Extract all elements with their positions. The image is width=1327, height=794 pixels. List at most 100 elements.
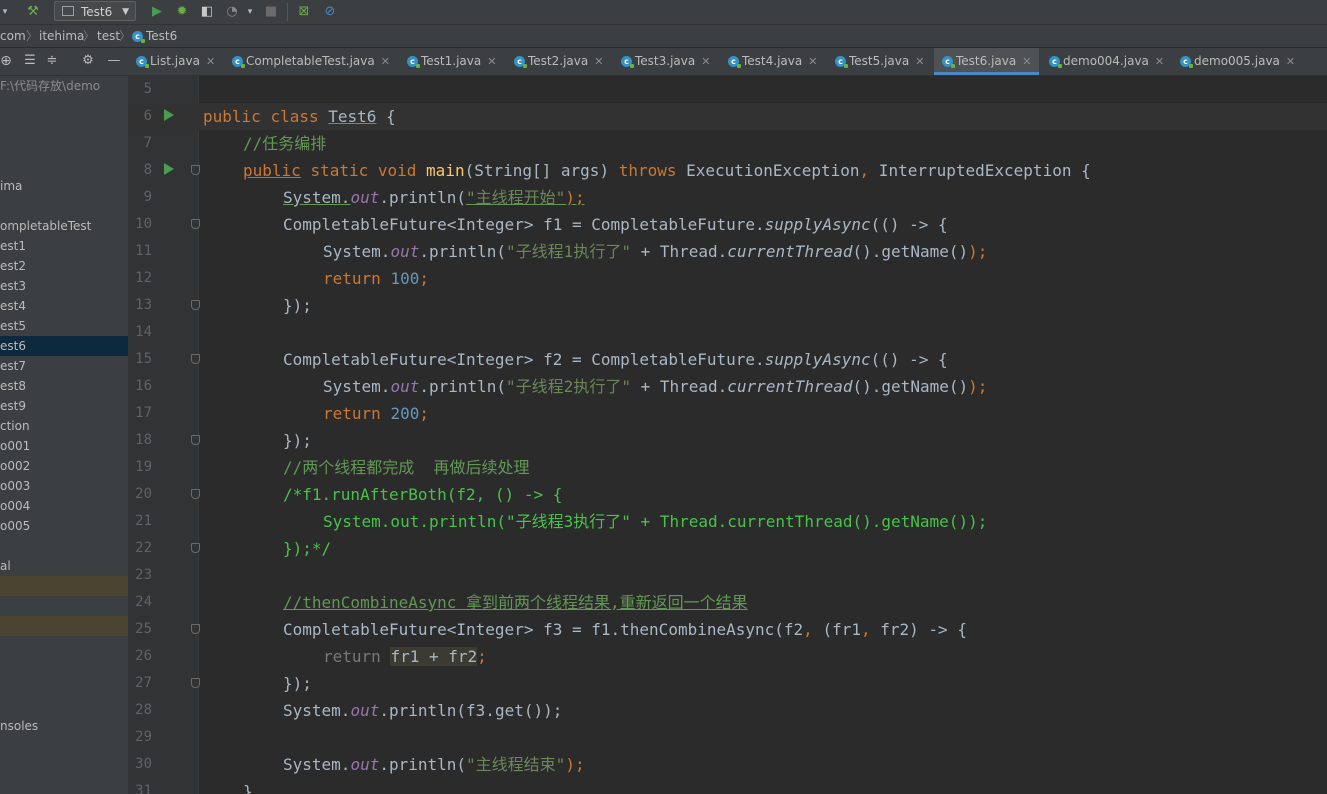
tab-test5-java[interactable]: c Test5.java ✕ xyxy=(835,48,924,75)
tab-demo005-java[interactable]: c demo005.java ✕ xyxy=(1180,48,1295,75)
tab-test4-java[interactable]: c Test4.java ✕ xyxy=(728,48,817,75)
breadcrumb-item[interactable]: com xyxy=(0,25,26,47)
chevron-down-icon: ▼ xyxy=(122,7,129,17)
tree-item[interactable]: ompletableTest xyxy=(0,216,128,236)
tree-item[interactable]: est3 xyxy=(0,276,128,296)
line-number: 18 xyxy=(135,432,152,448)
tree-item-highlighted[interactable] xyxy=(0,576,128,596)
close-icon[interactable]: ✕ xyxy=(701,55,710,68)
line-number: 19 xyxy=(135,459,152,475)
tab-completabletest-java[interactable]: c CompletableTest.java ✕ xyxy=(232,48,390,75)
code-line: 27 }); xyxy=(128,670,1327,697)
token: out xyxy=(390,242,420,261)
settings-gear-icon[interactable]: ⚙ xyxy=(80,52,96,70)
collapse-all-icon[interactable]: ☰ xyxy=(22,52,38,70)
tab-list-java[interactable]: c List.java ✕ xyxy=(136,48,215,75)
fold-icon[interactable] xyxy=(191,678,200,688)
tab-demo004-java[interactable]: c demo004.java ✕ xyxy=(1049,48,1164,75)
token: 100 xyxy=(390,269,420,288)
java-class-icon: c xyxy=(621,56,634,68)
tab-label: Test6.java xyxy=(956,54,1017,68)
close-icon[interactable]: ✕ xyxy=(1022,55,1031,68)
tree-item[interactable]: o004 xyxy=(0,496,128,516)
tab-test6-java[interactable]: c Test6.java ✕ xyxy=(934,48,1040,75)
minimize-icon[interactable]: — xyxy=(106,52,122,70)
fold-icon[interactable] xyxy=(191,624,200,634)
token: main xyxy=(426,161,465,180)
line-number: 12 xyxy=(135,270,152,286)
fold-icon[interactable] xyxy=(191,219,200,229)
tree-item[interactable]: est1 xyxy=(0,236,128,256)
code-text: //任务编排 xyxy=(203,130,326,157)
build-hammer-icon[interactable]: ⚒ xyxy=(24,3,42,21)
run-gutter-icon[interactable] xyxy=(164,109,174,121)
tree-item[interactable]: al xyxy=(0,556,128,576)
line-number: 29 xyxy=(135,729,152,745)
token: , xyxy=(803,620,813,639)
tree-item-highlighted[interactable] xyxy=(0,616,128,636)
run-gutter-icon[interactable] xyxy=(164,163,174,175)
profile-icon[interactable]: ◔ xyxy=(224,3,240,21)
close-icon[interactable]: ✕ xyxy=(915,55,924,68)
code-text: });*/ xyxy=(203,535,331,562)
breadcrumb-item[interactable]: itehima xyxy=(39,25,84,47)
breadcrumb-item-current[interactable]: c Test6 xyxy=(132,25,177,47)
tree-item[interactable]: est4 xyxy=(0,296,128,316)
fold-icon[interactable] xyxy=(191,300,200,310)
dropdown-arrow-icon[interactable]: ▾ xyxy=(0,3,10,21)
line-number: 11 xyxy=(135,243,152,259)
close-icon[interactable]: ✕ xyxy=(206,55,215,68)
line-number: 26 xyxy=(135,648,152,664)
line-number: 21 xyxy=(135,513,152,529)
fold-icon[interactable] xyxy=(191,435,200,445)
tree-item[interactable]: o003 xyxy=(0,476,128,496)
tree-item[interactable]: est2 xyxy=(0,256,128,276)
more-dropdown-icon[interactable]: ▾ xyxy=(244,3,256,21)
close-icon[interactable]: ✕ xyxy=(1286,55,1295,68)
tree-item[interactable]: nsoles xyxy=(0,716,128,736)
tab-test2-java[interactable]: c Test2.java ✕ xyxy=(514,48,603,75)
tree-item[interactable]: o005 xyxy=(0,516,128,536)
token: //两个线程都完成 再做后续处理 xyxy=(283,458,530,477)
close-icon[interactable]: ✕ xyxy=(381,55,390,68)
close-icon[interactable]: ✕ xyxy=(808,55,817,68)
code-line: 8 public static void main(String[] args)… xyxy=(128,157,1327,184)
tree-item[interactable]: est5 xyxy=(0,316,128,336)
expand-all-icon[interactable]: ≑ xyxy=(44,52,60,70)
monitor-icon[interactable]: ⊠ xyxy=(296,3,312,21)
locate-target-icon[interactable]: ⊕ xyxy=(0,52,12,70)
tab-test3-java[interactable]: c Test3.java ✕ xyxy=(621,48,710,75)
tree-item-selected[interactable]: est6 xyxy=(0,336,128,356)
token: out xyxy=(350,188,380,207)
fold-icon[interactable] xyxy=(191,489,200,499)
token: (String[] args) xyxy=(464,161,619,180)
code-editor[interactable]: 5 6 public class Test6 { 7 //任务编排 8 publ… xyxy=(128,76,1327,794)
tree-item[interactable]: o001 xyxy=(0,436,128,456)
tree-item[interactable]: est7 xyxy=(0,356,128,376)
java-class-icon: c xyxy=(514,56,527,68)
tab-test1-java[interactable]: c Test1.java ✕ xyxy=(407,48,496,75)
code-line: 13 }); xyxy=(128,292,1327,319)
tree-item[interactable]: est9 xyxy=(0,396,128,416)
run-icon[interactable]: ▶ xyxy=(149,3,165,21)
token: ); xyxy=(968,377,988,396)
token: out xyxy=(390,377,420,396)
tree-item[interactable]: est8 xyxy=(0,376,128,396)
tree-item[interactable]: ction xyxy=(0,416,128,436)
coverage-icon[interactable]: ◧ xyxy=(199,3,215,21)
breadcrumb-item[interactable]: test xyxy=(97,25,120,47)
fold-icon[interactable] xyxy=(191,354,200,364)
tree-item[interactable]: ima xyxy=(0,176,128,196)
tree-item[interactable]: o002 xyxy=(0,456,128,476)
close-icon[interactable]: ✕ xyxy=(594,55,603,68)
token: ); xyxy=(565,188,585,207)
no-entry-icon[interactable]: ⊘ xyxy=(322,3,338,21)
stop-icon[interactable]: ■ xyxy=(263,3,279,21)
fold-icon[interactable] xyxy=(191,543,200,553)
close-icon[interactable]: ✕ xyxy=(1155,55,1164,68)
fold-icon[interactable] xyxy=(191,165,200,175)
run-configuration-selector[interactable]: Test6 ▼ xyxy=(54,1,136,21)
debug-icon[interactable]: ✹ xyxy=(174,3,190,21)
close-icon[interactable]: ✕ xyxy=(487,55,496,68)
token: supplyAsync xyxy=(764,350,871,369)
